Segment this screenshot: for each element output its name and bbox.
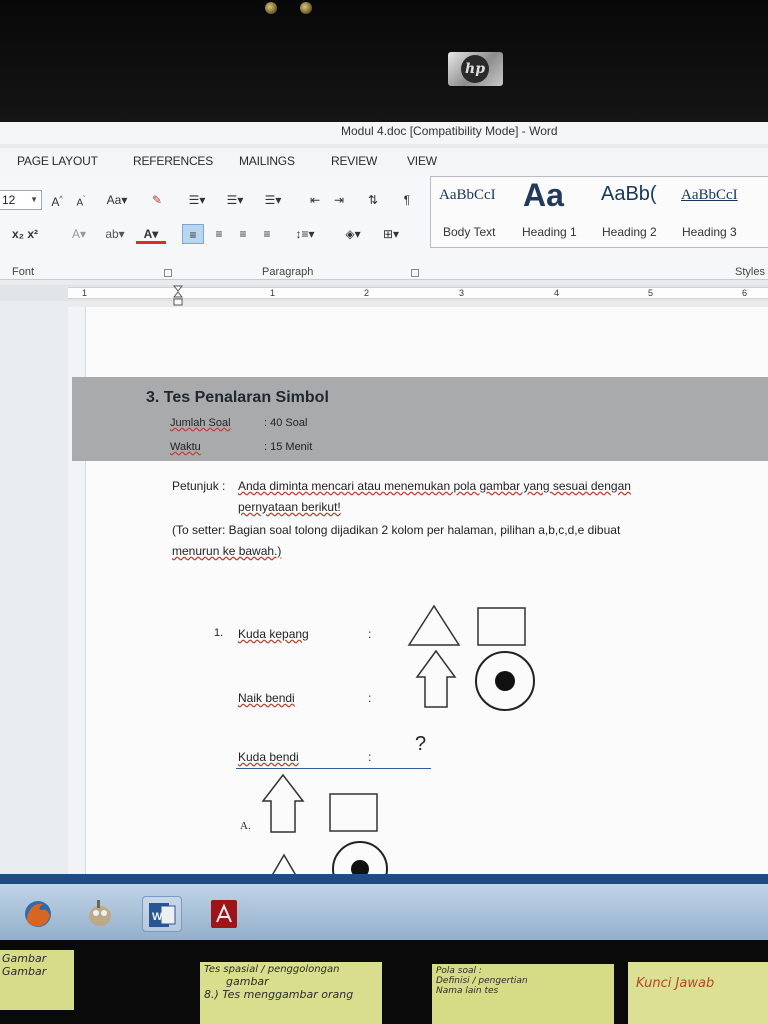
gimp-icon[interactable] bbox=[80, 896, 120, 932]
styles-gallery: AaBbCcI Body Text Aa Heading 1 AaBb( Hea… bbox=[430, 176, 768, 248]
style-preview: Aa bbox=[523, 177, 564, 213]
style-preview: AaBb( bbox=[601, 183, 657, 205]
align-right-icon[interactable]: ≡ bbox=[232, 224, 254, 244]
document-page[interactable]: 3. Tes Penalaran Simbol Jumlah Soal : 40… bbox=[68, 307, 768, 882]
ribbon-tabs: PAGE LAYOUT REFERENCES MAILINGS REVIEW V… bbox=[0, 148, 768, 176]
font-group-label: Font bbox=[12, 266, 35, 278]
ruler-number: 1 bbox=[82, 288, 88, 298]
increase-indent-icon[interactable]: ⇥ bbox=[328, 190, 350, 210]
square-symbol bbox=[329, 793, 378, 832]
text-effects-icon[interactable]: A▾ bbox=[64, 224, 94, 244]
ribbon: 12 ▼ A^ Aˇ Aa▾ ✎ x₂ x² A▾ ab▾ A▾ ☰▾ ☰▾ ☰… bbox=[0, 176, 768, 280]
title-bar: Modul 4.doc [Compatibility Mode] - Word bbox=[0, 122, 768, 144]
triangle-symbol bbox=[407, 604, 461, 646]
firefox-icon[interactable] bbox=[18, 896, 58, 932]
align-center-icon[interactable]: ≡ bbox=[208, 224, 230, 244]
note-line: gambar bbox=[226, 975, 269, 988]
dot-symbol bbox=[495, 671, 515, 691]
note-line: Gambar bbox=[2, 965, 47, 978]
dialog-launcher-icon[interactable] bbox=[164, 269, 172, 277]
ruler-number: 5 bbox=[648, 288, 654, 298]
shrink-font-icon[interactable]: Aˇ bbox=[70, 190, 92, 210]
ruler-number: 1 bbox=[270, 288, 276, 298]
ruler-number: 4 bbox=[554, 288, 560, 298]
svg-text:W: W bbox=[152, 911, 163, 923]
dialog-launcher-icon[interactable] bbox=[411, 269, 419, 277]
sort-icon[interactable]: ⇅ bbox=[362, 190, 384, 210]
style-name: Heading 1 bbox=[522, 225, 577, 239]
window-title: Modul 4.doc [Compatibility Mode] - Word bbox=[341, 124, 558, 138]
tab-references[interactable]: REFERENCES bbox=[133, 154, 213, 168]
tab-review[interactable]: REVIEW bbox=[331, 154, 377, 168]
screen: Modul 4.doc [Compatibility Mode] - Word … bbox=[0, 122, 768, 882]
note-line: Pola soal : bbox=[436, 966, 482, 976]
tab-page-layout[interactable]: PAGE LAYOUT bbox=[17, 154, 98, 168]
note-line: Definisi / pengertian bbox=[436, 976, 528, 986]
justify-icon[interactable]: ≡ bbox=[256, 224, 278, 244]
ruler-number: 3 bbox=[459, 288, 465, 298]
style-name: Heading 2 bbox=[602, 225, 657, 239]
style-preview: AaBbCcI bbox=[681, 187, 738, 203]
word-icon[interactable]: W bbox=[142, 896, 182, 932]
pilcrow-icon[interactable]: ¶ bbox=[396, 190, 418, 210]
monitor-bezel-bottom: Gambar Gambar Tes spasial / penggolongan… bbox=[0, 940, 768, 1024]
grow-font-icon[interactable]: A^ bbox=[46, 190, 68, 210]
style-preview: AaBbCcI bbox=[439, 187, 496, 203]
sticky-note: Kunci Jawab bbox=[628, 962, 768, 1024]
chevron-down-icon: ▼ bbox=[30, 195, 38, 204]
note-line: 8.) Tes menggambar orang bbox=[204, 988, 354, 1001]
symbol-figures bbox=[261, 604, 535, 882]
subscript-superscript-icon[interactable]: x₂ x² bbox=[4, 224, 46, 244]
sticky-note: Tes spasial / penggolongan gambar 8.) Te… bbox=[200, 962, 382, 1024]
line-spacing-icon[interactable]: ↕≡▾ bbox=[288, 224, 322, 244]
numbering-icon[interactable]: ☰▾ bbox=[218, 190, 252, 210]
change-case-icon[interactable]: Aa▾ bbox=[100, 190, 134, 210]
webcam-led bbox=[300, 2, 312, 14]
font-color-icon[interactable]: A▾ bbox=[136, 224, 166, 244]
style-name: Body Text bbox=[443, 225, 496, 239]
square-symbol bbox=[477, 607, 526, 646]
note-line: Kunci Jawab bbox=[636, 976, 715, 991]
hp-logo: hp bbox=[448, 52, 503, 86]
note-line: Nama lain tes bbox=[436, 986, 499, 996]
sticky-note: Pola soal : Definisi / pengertian Nama l… bbox=[432, 964, 614, 1024]
up-arrow-symbol bbox=[415, 649, 457, 708]
monitor-bezel-top: hp bbox=[0, 0, 768, 122]
horizontal-ruler[interactable]: 1 1 2 3 4 5 6 bbox=[0, 285, 768, 301]
note-line: Gambar bbox=[2, 952, 47, 965]
up-arrow-symbol bbox=[261, 773, 305, 833]
acrobat-icon[interactable] bbox=[204, 896, 244, 932]
decrease-indent-icon[interactable]: ⇤ bbox=[304, 190, 326, 210]
align-left-icon[interactable]: ≡ bbox=[182, 224, 204, 244]
highlight-color-icon[interactable]: ab▾ bbox=[98, 224, 132, 244]
ruler-number: 6 bbox=[742, 288, 748, 298]
indent-marker-icon[interactable] bbox=[173, 285, 183, 307]
tab-mailings[interactable]: MAILINGS bbox=[239, 154, 295, 168]
sticky-note: Gambar Gambar bbox=[0, 950, 74, 1010]
tab-view[interactable]: VIEW bbox=[407, 154, 437, 168]
style-name: Heading 3 bbox=[682, 225, 737, 239]
font-size-combo[interactable]: 12 ▼ bbox=[0, 190, 42, 210]
styles-group-label: Styles bbox=[735, 266, 765, 278]
note-line: Tes spasial / penggolongan bbox=[204, 964, 340, 975]
paragraph-group-label: Paragraph bbox=[262, 266, 314, 278]
photo-of-monitor: hp Modul 4.doc [Compatibility Mode] - Wo… bbox=[0, 0, 768, 1024]
ruler-number: 2 bbox=[364, 288, 370, 298]
borders-icon[interactable]: ⊞▾ bbox=[376, 224, 406, 244]
multilevel-list-icon[interactable]: ☰▾ bbox=[256, 190, 290, 210]
bullets-icon[interactable]: ☰▾ bbox=[182, 190, 212, 210]
webcam-led bbox=[265, 2, 277, 14]
clear-formatting-icon[interactable]: ✎ bbox=[146, 190, 168, 210]
taskbar: W bbox=[0, 874, 768, 940]
font-size-value: 12 bbox=[2, 193, 16, 207]
taskbar-surface: W bbox=[0, 884, 768, 940]
shading-icon[interactable]: ◈▾ bbox=[336, 224, 370, 244]
